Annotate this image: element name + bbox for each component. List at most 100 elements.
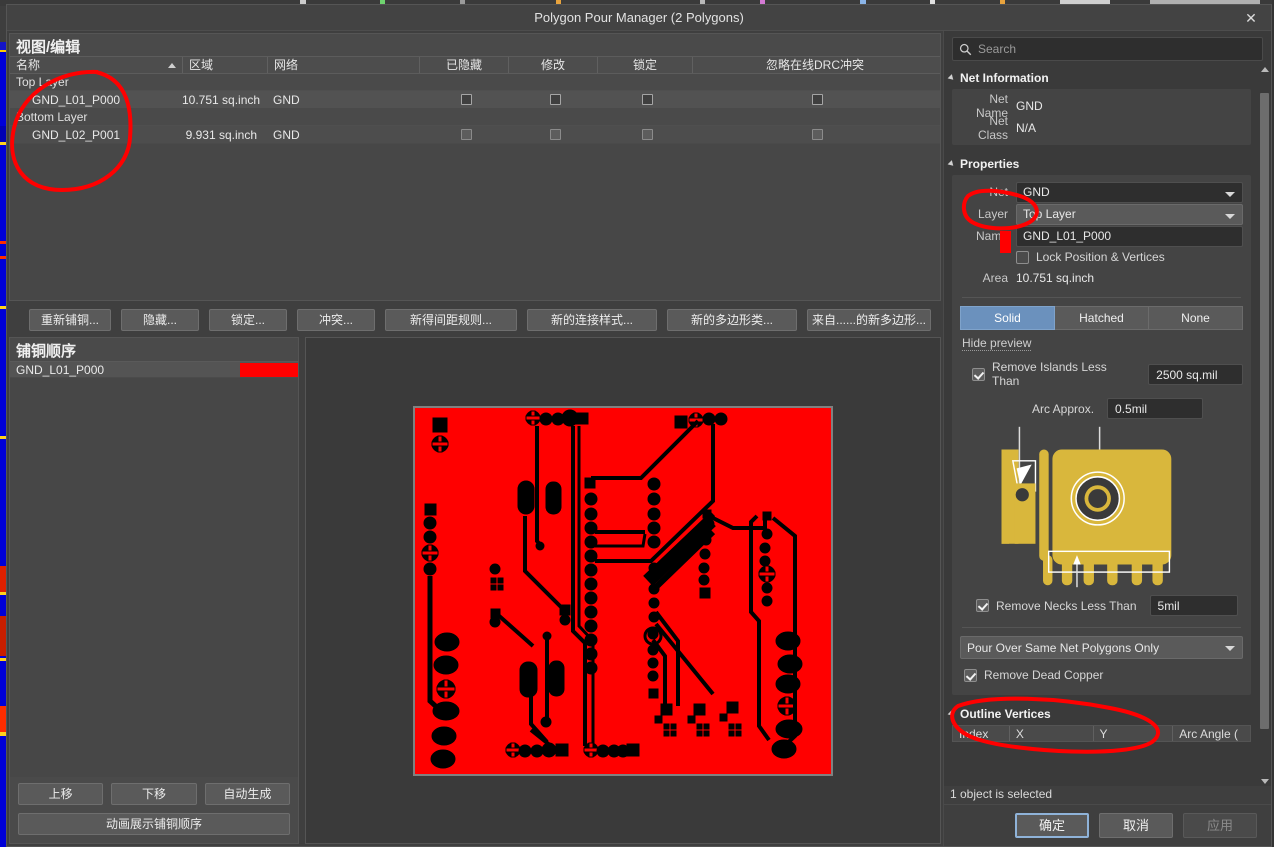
search-icon (959, 43, 972, 55)
animate-pour-order-button[interactable]: 动画展示铺铜顺序 (18, 813, 290, 835)
net-dropdown[interactable]: GND (1016, 181, 1243, 203)
cell-name: GND_L02_P001 (32, 127, 121, 142)
fill-mode-segmented-control: Solid Hatched None (960, 306, 1243, 330)
column-header-ignore-drc[interactable]: 忽略在线DRC冲突 (692, 57, 937, 73)
remove-dead-copper-checkbox[interactable] (964, 668, 977, 682)
pour-order-list[interactable]: GND_L01_P000 (10, 362, 298, 777)
pcb-preview-panel[interactable] (305, 337, 941, 844)
net-class-label: Net Class (977, 114, 1008, 142)
lower-section: 铺铜顺序 GND_L01_P000 上移 下移 自动生成 动画展示铺铜顺序 (7, 337, 943, 846)
fill-mode-solid[interactable]: Solid (960, 306, 1055, 330)
checkbox-ignore-drc[interactable] (812, 94, 823, 105)
fill-mode-hatched[interactable]: Hatched (1055, 306, 1149, 330)
section-outline-vertices[interactable]: Outline Vertices (944, 701, 1259, 725)
remove-necks-input[interactable]: 5mil (1149, 595, 1238, 616)
list-item[interactable]: GND_L01_P000 (10, 362, 298, 378)
new-polygon-from-button[interactable]: 来自......的新多边形... (807, 309, 931, 331)
chevron-down-icon (1225, 191, 1235, 197)
vertices-column-y[interactable]: Y (1092, 726, 1173, 741)
auto-generate-button[interactable]: 自动生成 (204, 783, 290, 805)
cell-modified[interactable] (508, 94, 597, 105)
cell-area: 10.751 sq.inch (182, 92, 261, 107)
column-header-area[interactable]: 区域 (182, 57, 267, 73)
cell-modified[interactable] (508, 129, 597, 140)
new-polygon-class-button[interactable]: 新的多边形类... (667, 309, 797, 331)
polygon-name-input[interactable]: GND_L01_P000 (1016, 225, 1243, 247)
search-input[interactable] (978, 42, 1256, 56)
checkbox-hidden[interactable] (461, 129, 472, 140)
scrollbar-thumb[interactable] (1260, 93, 1269, 729)
conflict-button[interactable]: 冲突... (297, 309, 375, 331)
cancel-button[interactable]: 取消 (1099, 813, 1173, 838)
column-header-net[interactable]: 网络 (267, 57, 419, 73)
pour-over-dropdown[interactable]: Pour Over Same Net Polygons Only (960, 636, 1243, 659)
checkbox-hidden[interactable] (461, 94, 472, 105)
checkbox-modified[interactable] (550, 94, 561, 105)
sort-ascending-icon (168, 63, 176, 68)
polygon-table-header: 名称 区域 网络 已隐藏 修改 锁定 忽略在线DRC冲突 (10, 56, 940, 74)
properties-scrollbar[interactable] (1260, 65, 1269, 786)
column-header-modified[interactable]: 修改 (508, 57, 597, 73)
section-net-information-label: Net Information (960, 71, 1049, 85)
table-row[interactable]: GND_L01_P000 10.751 sq.inch GND (10, 91, 940, 109)
section-net-information[interactable]: Net Information (944, 65, 1259, 89)
checkbox-locked[interactable] (642, 94, 653, 105)
pour-order-heading: 铺铜顺序 (10, 338, 298, 362)
vertices-column-arc-angle[interactable]: Arc Angle ( (1172, 726, 1250, 741)
arc-approx-label: Arc Approx. (1032, 401, 1095, 416)
remove-necks-checkbox[interactable] (976, 599, 989, 612)
cell-hidden[interactable] (419, 94, 508, 105)
chevron-down-icon (1225, 646, 1235, 651)
section-properties[interactable]: Properties (944, 151, 1259, 175)
column-header-name[interactable]: 名称 (10, 57, 182, 73)
pour-over-value: Pour Over Same Net Polygons Only (967, 640, 1160, 655)
polygon-preview-illustration (1001, 426, 1172, 588)
remove-islands-checkbox[interactable] (972, 367, 985, 381)
close-icon[interactable]: ✕ (1241, 9, 1261, 27)
group-row-top-layer[interactable]: Top Layer (10, 74, 940, 91)
polygon-pour-manager-dialog: Polygon Pour Manager (2 Polygons) ✕ 视图/编… (6, 4, 1272, 847)
checkbox-ignore-drc[interactable] (812, 129, 823, 140)
chevron-down-icon (947, 710, 956, 718)
scroll-up-arrow-icon[interactable] (1260, 67, 1269, 72)
pour-order-item-label: GND_L01_P000 (16, 362, 105, 377)
properties-card: Net GND Layer Top Layer Name GND_L01_P00… (952, 175, 1251, 695)
hide-preview-link[interactable]: Hide preview (962, 336, 1032, 351)
new-clearance-rule-button[interactable]: 新得间距规则... (385, 309, 517, 331)
layer-dropdown[interactable]: Top Layer (1016, 203, 1243, 225)
cell-ignore-drc[interactable] (692, 94, 937, 105)
move-up-button[interactable]: 上移 (18, 783, 104, 805)
fill-mode-none[interactable]: None (1149, 306, 1243, 330)
lock-position-label: Lock Position & Vertices (1036, 250, 1165, 264)
vertices-column-index[interactable]: Index (953, 726, 1009, 741)
table-row[interactable]: GND_L02_P001 9.931 sq.inch GND (10, 126, 940, 144)
column-header-locked[interactable]: 锁定 (597, 57, 692, 73)
scroll-down-arrow-icon[interactable] (1260, 779, 1269, 784)
vertices-column-x[interactable]: X (1008, 726, 1093, 741)
repour-button[interactable]: 重新铺铜... (29, 309, 111, 331)
cell-area: 9.931 sq.inch (185, 127, 257, 142)
ok-button[interactable]: 确定 (1015, 813, 1089, 838)
cell-hidden[interactable] (419, 129, 508, 140)
new-connect-style-button[interactable]: 新的连接样式... (527, 309, 657, 331)
lock-position-checkbox[interactable] (1016, 250, 1029, 264)
net-class-value: N/A (1016, 121, 1037, 135)
net-label: Net (989, 185, 1008, 199)
status-bar: 1 object is selected (944, 786, 1271, 804)
pour-order-color-swatch (240, 362, 298, 377)
move-down-button[interactable]: 下移 (111, 783, 197, 805)
remove-islands-input[interactable]: 2500 sq.mil (1148, 363, 1243, 385)
search-box[interactable] (952, 37, 1263, 61)
checkbox-modified[interactable] (550, 129, 561, 140)
divider (962, 297, 1241, 298)
cell-ignore-drc[interactable] (692, 129, 937, 140)
column-header-hidden[interactable]: 已隐藏 (419, 57, 508, 73)
group-row-bottom-layer[interactable]: Bottom Layer (10, 109, 940, 126)
cell-name: GND_L01_P000 (32, 92, 121, 107)
hide-button[interactable]: 隐藏... (121, 309, 199, 331)
arc-approx-input[interactable]: 0.5mil (1107, 398, 1204, 419)
cell-locked[interactable] (597, 129, 692, 140)
checkbox-locked[interactable] (642, 129, 653, 140)
lock-button[interactable]: 锁定... (209, 309, 287, 331)
cell-locked[interactable] (597, 94, 692, 105)
